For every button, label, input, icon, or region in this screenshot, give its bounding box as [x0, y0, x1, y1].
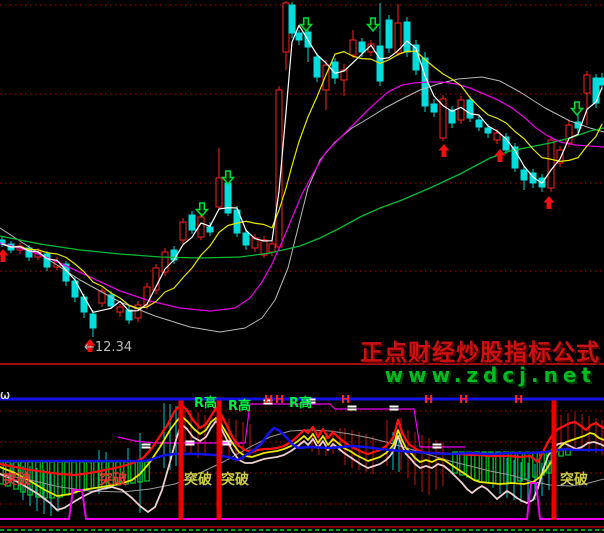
white-dash-marker [433, 444, 442, 446]
candle-body [283, 3, 289, 52]
h-marker: H [275, 393, 284, 406]
breakout-label: 突破 [184, 471, 212, 488]
candle-body [404, 22, 410, 52]
sell-arrow-icon [223, 171, 234, 184]
ma-gray [0, 77, 604, 332]
buy-arrow-icon [0, 249, 9, 262]
candle-body [261, 240, 267, 255]
white-dash-marker [390, 406, 399, 408]
white-dash-marker [223, 444, 232, 446]
white-dash-marker [142, 444, 151, 446]
green-bar [43, 462, 47, 498]
h-marker: H [424, 393, 433, 406]
omega-marker: ω [0, 388, 10, 402]
sell-arrow-icon [197, 203, 208, 216]
indicator-gridlines [0, 411, 604, 504]
indicator-pink-line [0, 421, 604, 512]
price-gridlines [0, 5, 604, 364]
candle-body [476, 120, 482, 127]
candle-body [90, 314, 96, 328]
white-dash-marker [433, 447, 442, 449]
indicator-sticks [12, 403, 602, 516]
r-high-label: R高 [228, 398, 251, 414]
candle-body [314, 57, 320, 77]
green-bar [65, 462, 69, 495]
breakout-label: 突破 [560, 471, 588, 488]
h-marker: H [459, 393, 468, 406]
candle-body [521, 170, 527, 180]
candle-body [117, 307, 123, 312]
ma-yellow [2, 51, 602, 308]
sell-arrow-icon [368, 18, 379, 31]
buy-arrow-icon [439, 144, 450, 157]
candle-body [243, 233, 249, 245]
candle-body [216, 178, 222, 207]
candle-body [593, 78, 599, 103]
candle-body [548, 140, 554, 188]
r-high-label: R高 [194, 395, 217, 411]
candle-body [171, 250, 177, 260]
r-high-label: R高 [289, 395, 312, 411]
low-price-label: ←12.34 [84, 340, 132, 355]
green-bar [87, 462, 91, 489]
candle-body [189, 215, 195, 230]
candle-body [386, 20, 392, 48]
candle-body [449, 110, 455, 123]
green-bar [475, 452, 479, 480]
candle-body [431, 104, 437, 112]
breakout-label: 突破 [99, 471, 127, 488]
indicator-lines [0, 404, 604, 512]
candle-body [494, 133, 500, 140]
candle-body [599, 78, 604, 85]
breakout-label: 突破 [3, 471, 31, 488]
green-bar [80, 462, 84, 491]
white-dash-marker [223, 441, 232, 443]
moving-averages [0, 25, 604, 332]
candle-body [359, 42, 365, 52]
candles [0, 1, 604, 337]
h-marker: H [341, 393, 350, 406]
indicator-red-line [0, 404, 604, 475]
candle-body [458, 100, 464, 120]
candle-body [207, 227, 213, 232]
candle-body [485, 128, 491, 133]
candle-body [289, 5, 295, 33]
buy-arrow-icon [495, 149, 506, 162]
candlestick-chart[interactable]: ←12.34HHHHHHωωωωR高R高R高突破突破突破突破突破 [0, 0, 604, 533]
sell-arrow-icon [572, 102, 583, 115]
buy-arrow-icon [544, 196, 555, 209]
candle-body [566, 125, 572, 143]
candle-body [350, 40, 356, 55]
candle-body [144, 287, 150, 305]
candle-body [467, 100, 473, 118]
white-dash-marker [186, 444, 195, 446]
ma-magenta [0, 82, 604, 311]
candle-body [332, 62, 338, 78]
candle-body [269, 244, 275, 252]
white-dash-marker [186, 441, 195, 443]
green-bar [36, 462, 40, 497]
breakout-label: 突破 [221, 471, 249, 488]
indicator-frame [0, 399, 604, 530]
stock-chart-window: ←12.34HHHHHHωωωωR高R高R高突破突破突破突破突破 正点财经炒股指… [0, 0, 604, 533]
candle-body [584, 75, 590, 93]
white-dash-marker [390, 409, 399, 411]
ma-white [2, 25, 602, 312]
candle-body [296, 33, 302, 40]
sell-arrow-icon [301, 18, 312, 31]
candle-body [180, 222, 186, 240]
h-marker: H [264, 393, 273, 406]
green-bar [94, 462, 98, 488]
white-dash-marker [348, 409, 357, 411]
h-marker: H [514, 393, 523, 406]
white-dash-marker [142, 447, 151, 449]
